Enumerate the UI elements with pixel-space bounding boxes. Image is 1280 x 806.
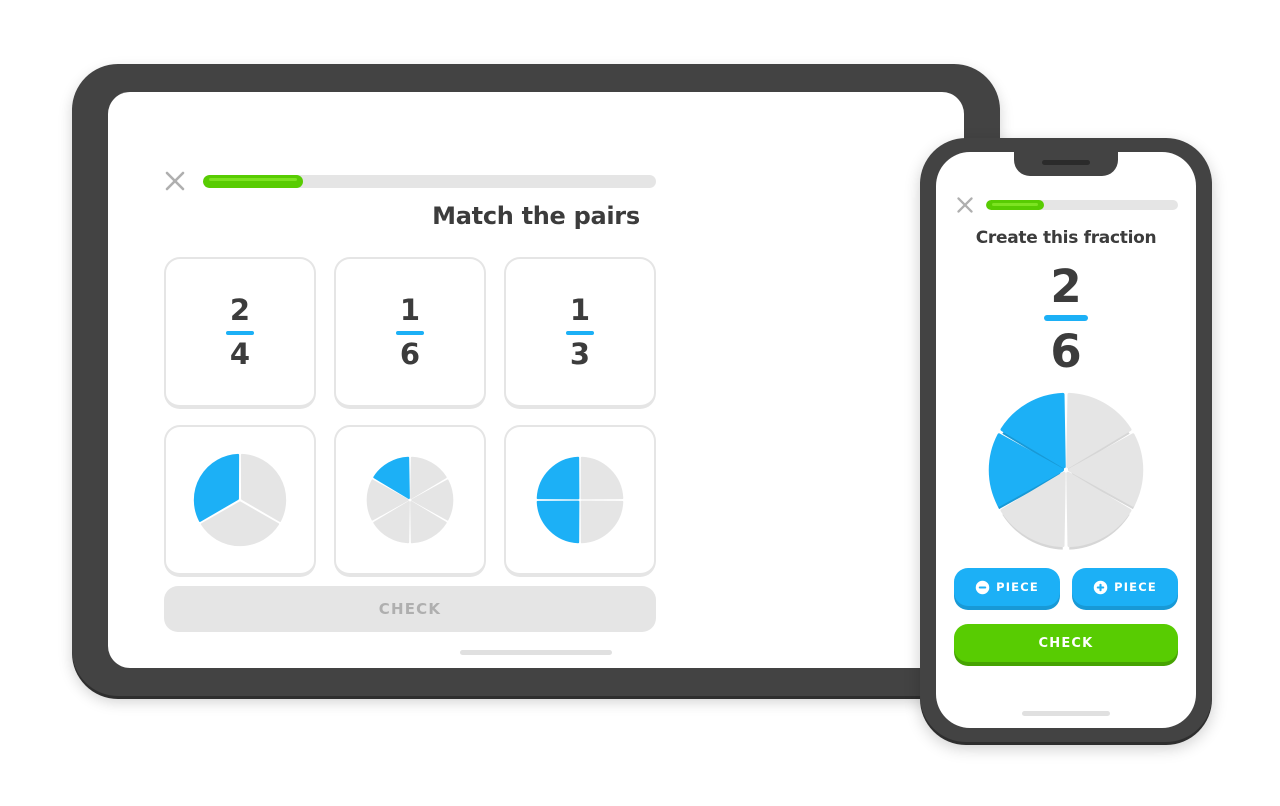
phone-progress-fill xyxy=(986,200,1044,210)
match-card-grid: 2 4 1 6 1 3 xyxy=(164,257,656,577)
minus-circle-icon xyxy=(975,580,990,594)
phone-top-bar xyxy=(956,196,1178,214)
close-icon[interactable] xyxy=(956,196,974,214)
match-card-pie-sixths[interactable] xyxy=(334,425,486,577)
fraction-bar xyxy=(1044,315,1088,321)
fraction-bar xyxy=(226,330,254,335)
tablet-screen: Match the pairs 2 4 1 6 1 3 CHECK xyxy=(108,92,964,668)
match-card-fraction-2[interactable]: 1 6 xyxy=(334,257,486,409)
phone-screen: Create this fraction 2 6 PIECE PIECE CHE… xyxy=(936,152,1196,728)
fraction-glyph: 2 4 xyxy=(226,292,254,371)
pie-chart-one-sixth-icon xyxy=(366,456,454,544)
fraction-numerator: 2 xyxy=(229,292,251,327)
phone-pie-chart-two-sixths[interactable] xyxy=(984,388,1148,552)
piece-button-row: PIECE PIECE xyxy=(954,568,1178,606)
tablet-device-frame: Match the pairs 2 4 1 6 1 3 CHECK xyxy=(72,64,1000,696)
tablet-home-indicator xyxy=(460,650,612,655)
phone-notch xyxy=(1014,152,1118,176)
phone-check-button[interactable]: CHECK xyxy=(954,624,1178,662)
tablet-page-title: Match the pairs xyxy=(432,202,640,230)
fraction-numerator: 1 xyxy=(569,292,591,327)
pie-chart-two-quarters-icon xyxy=(536,456,624,544)
fraction-denominator: 3 xyxy=(569,336,591,371)
tablet-progress-fill xyxy=(203,174,303,188)
plus-circle-icon xyxy=(1093,580,1108,594)
match-card-pie-thirds[interactable] xyxy=(164,425,316,577)
remove-piece-button[interactable]: PIECE xyxy=(954,568,1060,606)
phone-speaker-grille xyxy=(1042,160,1090,165)
fraction-denominator: 6 xyxy=(1050,325,1082,378)
remove-piece-label: PIECE xyxy=(996,580,1039,594)
fraction-bar xyxy=(396,330,424,335)
phone-target-fraction: 2 6 xyxy=(936,264,1196,374)
phone-device-frame: Create this fraction 2 6 PIECE PIECE CHE… xyxy=(920,138,1212,742)
fraction-bar xyxy=(566,330,594,335)
phone-home-indicator xyxy=(1022,711,1110,716)
phone-progress-bar xyxy=(986,200,1178,210)
add-piece-label: PIECE xyxy=(1114,580,1157,594)
fraction-numerator: 1 xyxy=(399,292,421,327)
fraction-glyph: 1 6 xyxy=(396,292,424,371)
screenshot-canvas: Match the pairs 2 4 1 6 1 3 CHECK Create… xyxy=(0,0,1280,806)
tablet-check-button[interactable]: CHECK xyxy=(164,586,656,632)
match-card-fraction-1[interactable]: 2 4 xyxy=(164,257,316,409)
phone-page-title: Create this fraction xyxy=(975,228,1157,248)
tablet-top-bar xyxy=(164,170,656,192)
fraction-numerator: 2 xyxy=(1050,260,1082,313)
match-card-pie-quarters[interactable] xyxy=(504,425,656,577)
fraction-denominator: 4 xyxy=(229,336,251,371)
tablet-progress-bar xyxy=(203,174,656,188)
pie-chart-one-third-icon xyxy=(193,453,287,547)
fraction-glyph: 1 3 xyxy=(566,292,594,371)
add-piece-button[interactable]: PIECE xyxy=(1072,568,1178,606)
match-card-fraction-3[interactable]: 1 3 xyxy=(504,257,656,409)
fraction-denominator: 6 xyxy=(399,336,421,371)
close-icon[interactable] xyxy=(164,170,186,192)
